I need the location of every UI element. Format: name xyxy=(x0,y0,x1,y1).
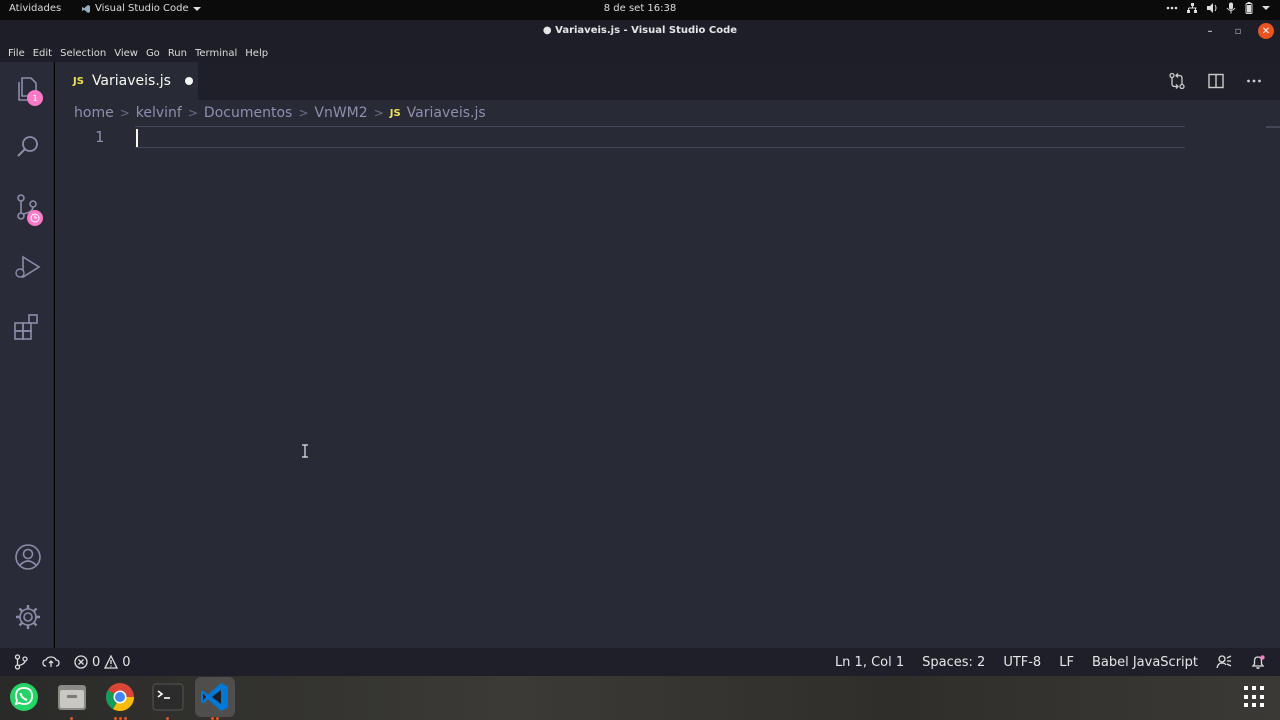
show-applications-icon[interactable] xyxy=(1244,686,1266,708)
search-button[interactable] xyxy=(13,132,43,162)
dock-terminal[interactable] xyxy=(151,680,185,714)
window-title: ● Variaveis.js - Visual Studio Code xyxy=(542,25,738,36)
encoding[interactable]: UTF-8 xyxy=(1003,655,1041,670)
system-tray[interactable] xyxy=(1166,2,1270,14)
indentation[interactable]: Spaces: 2 xyxy=(922,655,985,670)
js-file-icon: JS xyxy=(73,75,84,87)
breadcrumb-vnwm2[interactable]: VnWM2 xyxy=(314,105,367,121)
gear-icon xyxy=(16,605,40,629)
menu-selection[interactable]: Selection xyxy=(56,48,110,59)
explorer-badge: 1 xyxy=(27,90,43,106)
editor-actions xyxy=(1168,72,1262,90)
menu-file[interactable]: File xyxy=(4,48,29,59)
error-count: 0 xyxy=(92,654,101,670)
dock-chrome[interactable] xyxy=(103,680,137,714)
end-of-line[interactable]: LF xyxy=(1059,655,1074,670)
extensions-button[interactable] xyxy=(13,312,43,342)
source-control-button[interactable] xyxy=(13,192,43,226)
menu-bar: File Edit Selection View Go Run Terminal… xyxy=(0,44,1280,62)
current-line-highlight[interactable] xyxy=(135,126,1185,148)
menu-terminal[interactable]: Terminal xyxy=(191,48,241,59)
chevron-right-icon: > xyxy=(119,106,130,120)
tab-label: Variaveis.js xyxy=(91,73,171,89)
microphone-icon[interactable] xyxy=(1226,2,1236,14)
network-icon[interactable] xyxy=(1186,2,1198,14)
menu-view[interactable]: View xyxy=(110,48,142,59)
run-debug-icon xyxy=(15,255,41,279)
language-mode[interactable]: Babel JavaScript xyxy=(1092,655,1198,670)
error-icon xyxy=(74,655,88,669)
volume-icon[interactable] xyxy=(1206,2,1218,14)
close-button[interactable]: ✕ xyxy=(1258,23,1274,39)
accounts-button[interactable] xyxy=(13,542,43,572)
explorer-button[interactable]: 1 xyxy=(13,74,43,106)
breadcrumb-kelvinf[interactable]: kelvinf xyxy=(136,105,182,121)
search-icon xyxy=(17,136,38,157)
window-title-bar[interactable]: ● Variaveis.js - Visual Studio Code – ▫ … xyxy=(0,20,1280,44)
window-controls: – ▫ ✕ xyxy=(1202,23,1274,39)
more-actions-icon[interactable] xyxy=(1246,73,1262,89)
tabs-bar: JS Variaveis.js xyxy=(55,62,1280,100)
editor-group: JS Variaveis.js home > kelvinf > Documen… xyxy=(55,62,1280,648)
menu-edit[interactable]: Edit xyxy=(29,48,56,59)
status-bar-right: Ln 1, Col 1 Spaces: 2 UTF-8 LF Babel Jav… xyxy=(835,654,1266,670)
chevron-down-icon[interactable] xyxy=(1262,5,1270,11)
clock-icon xyxy=(30,213,40,223)
minimize-button[interactable]: – xyxy=(1202,23,1218,39)
breadcrumb-documentos[interactable]: Documentos xyxy=(204,105,292,121)
split-editor-icon[interactable] xyxy=(1208,73,1224,89)
status-bar: 0 0 Ln 1, Col 1 Spaces: 2 UTF-8 LF Babel… xyxy=(0,648,1280,676)
tab-variaveis-js[interactable]: JS Variaveis.js xyxy=(55,62,198,100)
text-cursor xyxy=(136,129,138,147)
open-changes-icon[interactable] xyxy=(1168,72,1186,90)
run-debug-button[interactable] xyxy=(13,252,43,282)
menu-run[interactable]: Run xyxy=(164,48,191,59)
battery-icon[interactable] xyxy=(1244,2,1254,14)
breadcrumb-home[interactable]: home xyxy=(74,105,114,121)
warning-count: 0 xyxy=(122,654,131,670)
branch-icon[interactable] xyxy=(14,654,28,670)
ibeam-cursor-icon xyxy=(302,444,308,458)
menu-go[interactable]: Go xyxy=(142,48,164,59)
more-dots-icon[interactable] xyxy=(1166,4,1178,12)
activity-bar: 1 xyxy=(0,62,54,648)
js-file-icon: JS xyxy=(389,107,401,119)
unsaved-dot-icon[interactable] xyxy=(184,77,193,85)
chevron-right-icon: > xyxy=(187,106,198,120)
cloud-upload-icon[interactable] xyxy=(42,655,60,669)
dock-vscode[interactable] xyxy=(195,677,235,717)
problems-indicator[interactable]: 0 0 xyxy=(74,655,131,670)
warning-icon xyxy=(104,655,119,669)
source-control-clock-badge xyxy=(27,210,43,226)
vscode-icon xyxy=(201,683,228,711)
feedback-icon[interactable] xyxy=(1216,654,1232,670)
dock xyxy=(0,676,1280,720)
notifications-bell-icon[interactable] xyxy=(1250,654,1266,670)
manage-button[interactable] xyxy=(13,602,43,632)
line-number: 1 xyxy=(95,128,105,146)
minimap-slider[interactable] xyxy=(1266,126,1280,128)
chrome-icon xyxy=(106,683,134,711)
maximize-button[interactable]: ▫ xyxy=(1230,23,1246,39)
dock-whatsapp[interactable] xyxy=(7,680,41,714)
menu-help[interactable]: Help xyxy=(241,48,272,59)
chevron-right-icon: > xyxy=(373,106,384,120)
clock[interactable]: 8 de set 16:38 xyxy=(0,3,1280,14)
breadcrumb-file[interactable]: Variaveis.js xyxy=(407,105,486,121)
system-top-bar: Atividades Visual Studio Code 8 de set 1… xyxy=(0,0,1280,20)
whatsapp-icon xyxy=(10,683,38,711)
extensions-icon xyxy=(14,314,38,340)
status-bar-left: 0 0 xyxy=(14,654,131,670)
dock-files[interactable] xyxy=(55,680,89,714)
chevron-right-icon: > xyxy=(298,106,309,120)
cursor-position[interactable]: Ln 1, Col 1 xyxy=(835,655,904,670)
breadcrumb: home > kelvinf > Documentos > VnWM2 > JS… xyxy=(74,104,486,122)
terminal-icon xyxy=(152,683,184,711)
account-icon xyxy=(15,544,41,570)
folder-icon xyxy=(58,685,86,710)
